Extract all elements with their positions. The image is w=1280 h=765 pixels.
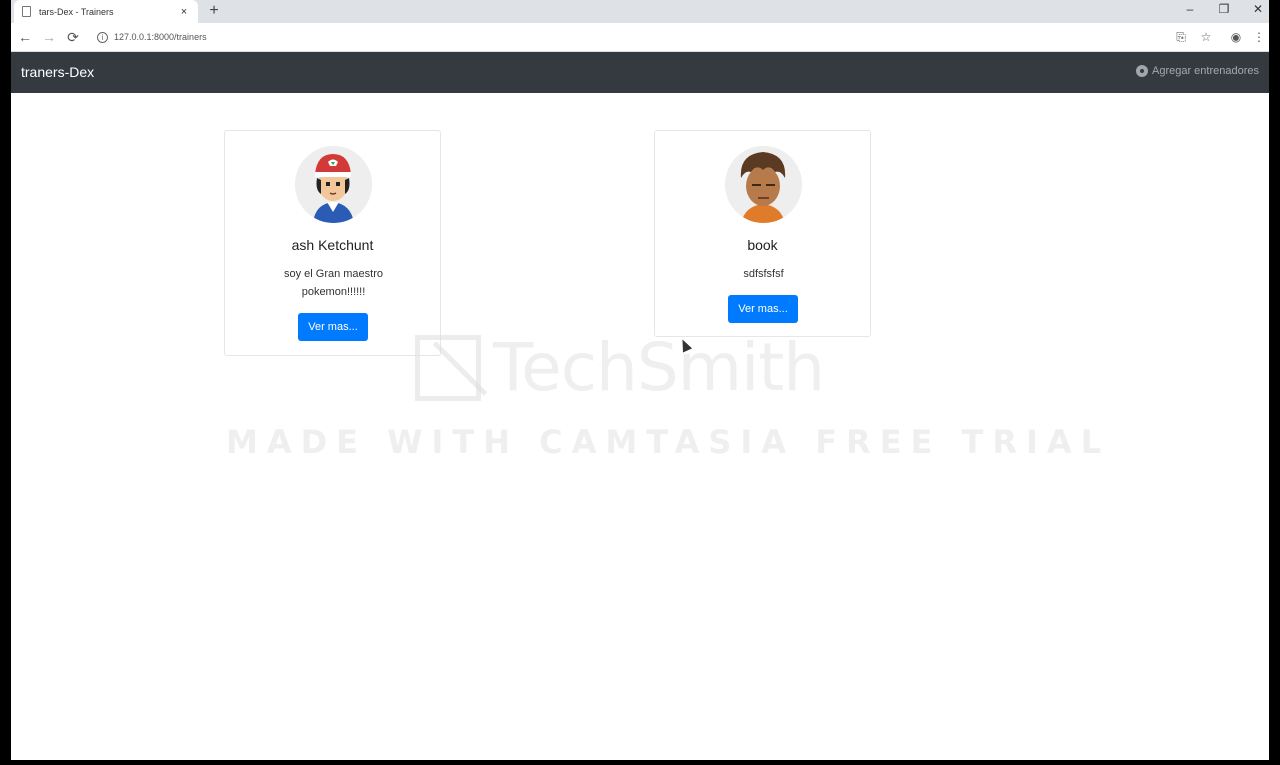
trainer-avatar bbox=[295, 146, 372, 223]
browser-window: tars-Dex - Trainers × + – ❐ ✕ ← → ⟳ i 12… bbox=[11, 0, 1269, 760]
tab-title: tars-Dex - Trainers bbox=[39, 6, 114, 17]
url-text: 127.0.0.1:8000/trainers bbox=[114, 32, 207, 42]
page-icon bbox=[22, 6, 31, 17]
reload-button[interactable]: ⟳ bbox=[63, 27, 83, 47]
view-more-button[interactable]: Ver mas... bbox=[298, 313, 368, 341]
new-tab-button[interactable]: + bbox=[204, 1, 224, 21]
trainer-description: soy el Gran maestro pokemon!!!!!! bbox=[283, 268, 384, 298]
forward-button[interactable]: → bbox=[39, 27, 59, 47]
browser-menu-icon[interactable]: ⋮ bbox=[1249, 27, 1269, 47]
trainer-card: book sdfsfsfsf Ver mas... bbox=[654, 130, 871, 337]
trainer-name: book bbox=[747, 237, 778, 253]
browser-toolbar: ← → ⟳ i 127.0.0.1:8000/trainers ⎘ ☆ ◉ ⋮ bbox=[11, 23, 1269, 52]
trainer-description: sdfsfsfsf bbox=[743, 268, 784, 280]
trainer-card: ash Ketchunt soy el Gran maestro pokemon… bbox=[224, 130, 441, 356]
address-bar[interactable]: i 127.0.0.1:8000/trainers bbox=[91, 27, 1171, 47]
bookmark-star-icon[interactable]: ☆ bbox=[1196, 27, 1216, 47]
app-navbar: traners-Dex Agregar entrenadores bbox=[11, 52, 1269, 93]
back-button[interactable]: ← bbox=[15, 27, 35, 47]
view-more-button[interactable]: Ver mas... bbox=[728, 295, 798, 323]
gear-icon bbox=[1135, 65, 1148, 77]
minimize-button[interactable]: – bbox=[1173, 0, 1207, 20]
watermark-subtitle: MADE WITH CAMTASIA FREE TRIAL bbox=[226, 423, 1111, 461]
close-window-button[interactable]: ✕ bbox=[1241, 0, 1269, 20]
trainer-name: ash Ketchunt bbox=[291, 237, 374, 253]
watermark-logo-text: TechSmith bbox=[493, 329, 825, 406]
trainer-avatar bbox=[725, 146, 802, 223]
add-trainers-link[interactable]: Agregar entrenadores bbox=[1135, 65, 1259, 77]
browser-tab[interactable]: tars-Dex - Trainers × bbox=[14, 0, 198, 23]
account-icon[interactable]: ◉ bbox=[1226, 27, 1246, 47]
brand-link[interactable]: traners-Dex bbox=[21, 64, 94, 80]
tab-strip: tars-Dex - Trainers × + – ❐ ✕ bbox=[11, 0, 1269, 23]
mouse-cursor-icon bbox=[677, 337, 693, 353]
screen: tars-Dex - Trainers × + – ❐ ✕ ← → ⟳ i 12… bbox=[0, 0, 1280, 765]
add-trainers-label: Agregar entrenadores bbox=[1151, 65, 1259, 77]
translate-icon[interactable]: ⎘ bbox=[1171, 27, 1191, 47]
info-icon[interactable]: i bbox=[97, 31, 108, 43]
techsmith-watermark: TechSmith bbox=[415, 329, 875, 406]
restore-button[interactable]: ❐ bbox=[1207, 0, 1241, 20]
close-tab-icon[interactable]: × bbox=[178, 6, 190, 18]
